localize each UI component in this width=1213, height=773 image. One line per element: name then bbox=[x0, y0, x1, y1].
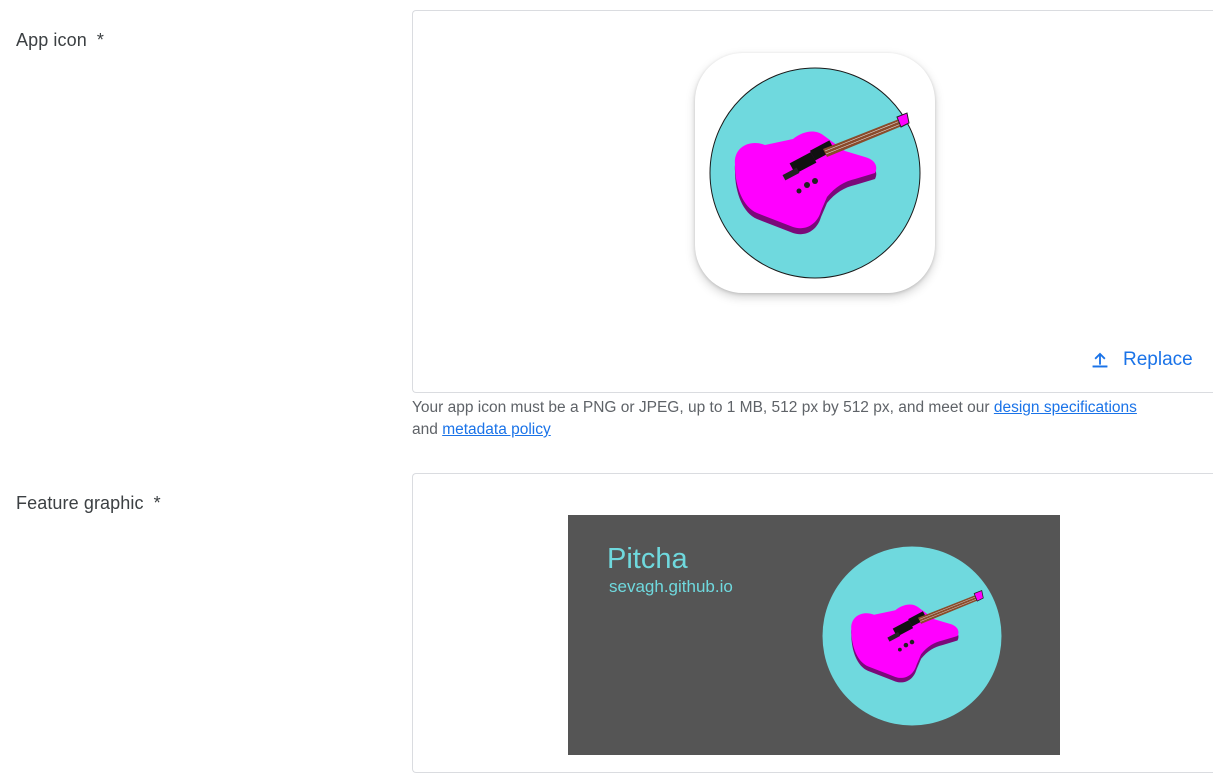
replace-button[interactable]: Replace bbox=[1089, 349, 1193, 371]
app-icon-row: App icon * Replace Your app icon must be… bbox=[0, 0, 1213, 450]
feature-graphic-card: Pitcha sevagh.github.io bbox=[412, 473, 1213, 773]
app-icon-label-text: App icon bbox=[16, 30, 87, 50]
required-asterisk: * bbox=[96, 30, 104, 50]
upload-icon bbox=[1092, 352, 1108, 368]
required-asterisk: * bbox=[153, 493, 161, 513]
help-text-prefix: Your app icon must be a PNG or JPEG, up … bbox=[412, 399, 994, 416]
app-icon-card: Replace bbox=[412, 10, 1213, 393]
feature-graphic-label-text: Feature graphic bbox=[16, 493, 144, 513]
app-icon-help-text: Your app icon must be a PNG or JPEG, up … bbox=[412, 397, 1202, 441]
app-icon-label: App icon * bbox=[16, 30, 104, 51]
feature-graphic-label: Feature graphic * bbox=[16, 493, 161, 514]
help-text-and: and bbox=[412, 421, 438, 438]
feature-graphic-preview: Pitcha sevagh.github.io bbox=[568, 515, 1060, 755]
feature-graphic-title: Pitcha bbox=[607, 543, 688, 575]
feature-graphic-row: Feature graphic * Pitcha sevagh.github.io bbox=[0, 450, 1213, 773]
app-icon-preview bbox=[695, 53, 935, 293]
guitar-app-icon bbox=[709, 67, 921, 279]
replace-button-label: Replace bbox=[1123, 349, 1193, 370]
metadata-policy-link[interactable]: metadata policy bbox=[442, 421, 551, 438]
design-specifications-link[interactable]: design specifications bbox=[994, 399, 1137, 416]
feature-graphic-subtitle: sevagh.github.io bbox=[609, 577, 733, 596]
guitar-logo-icon bbox=[822, 546, 1002, 726]
